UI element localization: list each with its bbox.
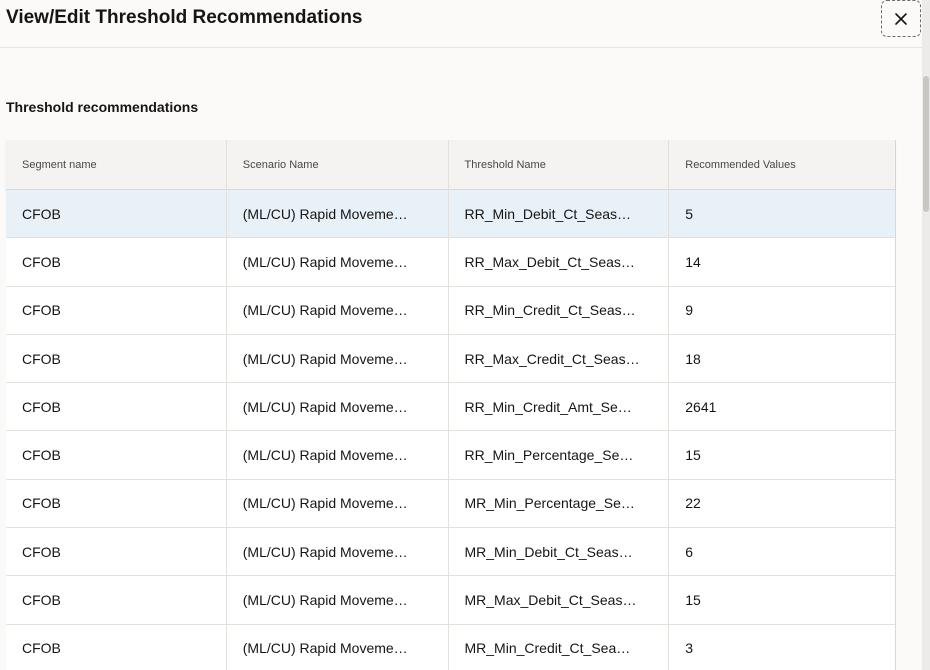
close-icon xyxy=(895,12,907,25)
cell-recommended-value[interactable]: 22 xyxy=(669,480,895,527)
cell-threshold-name: RR_Min_Credit_Ct_Seas… xyxy=(449,286,670,334)
cell-threshold-name: RR_Min_Credit_Amt_Se… xyxy=(449,383,670,431)
table-row[interactable]: CFOB (ML/CU) Rapid Moveme… MR_Min_Debit_… xyxy=(6,528,895,577)
cell-segment-name: CFOB xyxy=(6,238,227,286)
cell-scenario-name: (ML/CU) Rapid Moveme… xyxy=(227,238,449,286)
cell-segment-name: CFOB xyxy=(6,286,227,334)
table-row[interactable]: CFOB (ML/CU) Rapid Moveme… RR_Max_Debit_… xyxy=(6,238,895,287)
cell-segment-name: CFOB xyxy=(6,190,227,238)
cell-recommended-value[interactable]: 14 xyxy=(669,238,895,285)
cell-segment-name: CFOB xyxy=(6,528,227,576)
cell-recommended-value[interactable]: 15 xyxy=(669,431,895,478)
cell-threshold-name: RR_Max_Debit_Ct_Seas… xyxy=(449,238,670,286)
cell-segment-name: CFOB xyxy=(6,624,227,670)
column-header-recommended-values[interactable]: Recommended Values xyxy=(669,140,895,190)
dialog-scrollbar[interactable] xyxy=(922,0,930,670)
cell-scenario-name: (ML/CU) Rapid Moveme… xyxy=(227,334,449,383)
cell-threshold-name: MR_Min_Debit_Ct_Seas… xyxy=(449,528,670,576)
cell-recommended-value[interactable]: 3 xyxy=(669,625,895,670)
column-header-segment-name[interactable]: Segment name xyxy=(6,140,227,190)
cell-scenario-name: (ML/CU) Rapid Moveme… xyxy=(227,190,449,238)
table-row[interactable]: CFOB (ML/CU) Rapid Moveme… MR_Min_Credit… xyxy=(6,624,895,670)
cell-scenario-name: (ML/CU) Rapid Moveme… xyxy=(227,576,449,624)
cell-threshold-name: RR_Max_Credit_Ct_Seas… xyxy=(449,334,670,383)
cell-scenario-name: (ML/CU) Rapid Moveme… xyxy=(227,528,449,576)
cell-threshold-name: MR_Max_Debit_Ct_Seas… xyxy=(449,576,670,624)
table-row[interactable]: CFOB (ML/CU) Rapid Moveme… RR_Min_Credit… xyxy=(6,383,895,432)
cell-recommended-value[interactable]: 6 xyxy=(669,528,895,575)
cell-threshold-name: RR_Min_Debit_Ct_Seas… xyxy=(449,190,670,238)
cell-scenario-name: (ML/CU) Rapid Moveme… xyxy=(227,286,449,334)
dialog-header: View/Edit Threshold Recommendations xyxy=(0,0,922,48)
cell-scenario-name: (ML/CU) Rapid Moveme… xyxy=(227,479,449,528)
scrollbar-thumb[interactable] xyxy=(923,76,929,212)
cell-recommended-value[interactable]: 15 xyxy=(669,576,895,623)
cell-scenario-name: (ML/CU) Rapid Moveme… xyxy=(227,383,449,431)
cell-recommended-value[interactable]: 9 xyxy=(669,287,895,334)
cell-segment-name: CFOB xyxy=(6,479,227,528)
column-header-scenario-name[interactable]: Scenario Name xyxy=(227,140,449,190)
cell-threshold-name: MR_Min_Percentage_Se… xyxy=(449,479,670,528)
section-title: Threshold recommendations xyxy=(6,99,199,115)
threshold-table: Segment name Scenario Name Threshold Nam… xyxy=(6,140,896,670)
cell-segment-name: CFOB xyxy=(6,431,227,479)
cell-recommended-value[interactable]: 18 xyxy=(669,335,895,382)
cell-recommended-value[interactable]: 5 xyxy=(669,190,895,237)
column-header-threshold-name[interactable]: Threshold Name xyxy=(449,140,670,190)
cell-segment-name: CFOB xyxy=(6,334,227,383)
table-row[interactable]: CFOB (ML/CU) Rapid Moveme… RR_Max_Credit… xyxy=(6,334,895,384)
cell-scenario-name: (ML/CU) Rapid Moveme… xyxy=(227,624,449,670)
table-row[interactable]: CFOB (ML/CU) Rapid Moveme… MR_Max_Debit_… xyxy=(6,576,895,625)
cell-segment-name: CFOB xyxy=(6,576,227,624)
table-row[interactable]: CFOB (ML/CU) Rapid Moveme… MR_Min_Percen… xyxy=(6,479,895,529)
table-row[interactable]: CFOB (ML/CU) Rapid Moveme… RR_Min_Debit_… xyxy=(6,190,895,239)
dialog-title: View/Edit Threshold Recommendations xyxy=(6,7,363,28)
cell-recommended-value[interactable]: 2641 xyxy=(669,383,895,430)
table-header: Segment name Scenario Name Threshold Nam… xyxy=(6,140,895,190)
cell-threshold-name: RR_Min_Percentage_Se… xyxy=(449,431,670,479)
table-row[interactable]: CFOB (ML/CU) Rapid Moveme… RR_Min_Percen… xyxy=(6,431,895,480)
close-button[interactable] xyxy=(881,0,921,37)
cell-scenario-name: (ML/CU) Rapid Moveme… xyxy=(227,431,449,479)
cell-segment-name: CFOB xyxy=(6,383,227,431)
cell-threshold-name: MR_Min_Credit_Ct_Sea… xyxy=(449,624,670,670)
table-row[interactable]: CFOB (ML/CU) Rapid Moveme… RR_Min_Credit… xyxy=(6,286,895,335)
threshold-recommendations-dialog: View/Edit Threshold Recommendations Thre… xyxy=(0,0,930,670)
